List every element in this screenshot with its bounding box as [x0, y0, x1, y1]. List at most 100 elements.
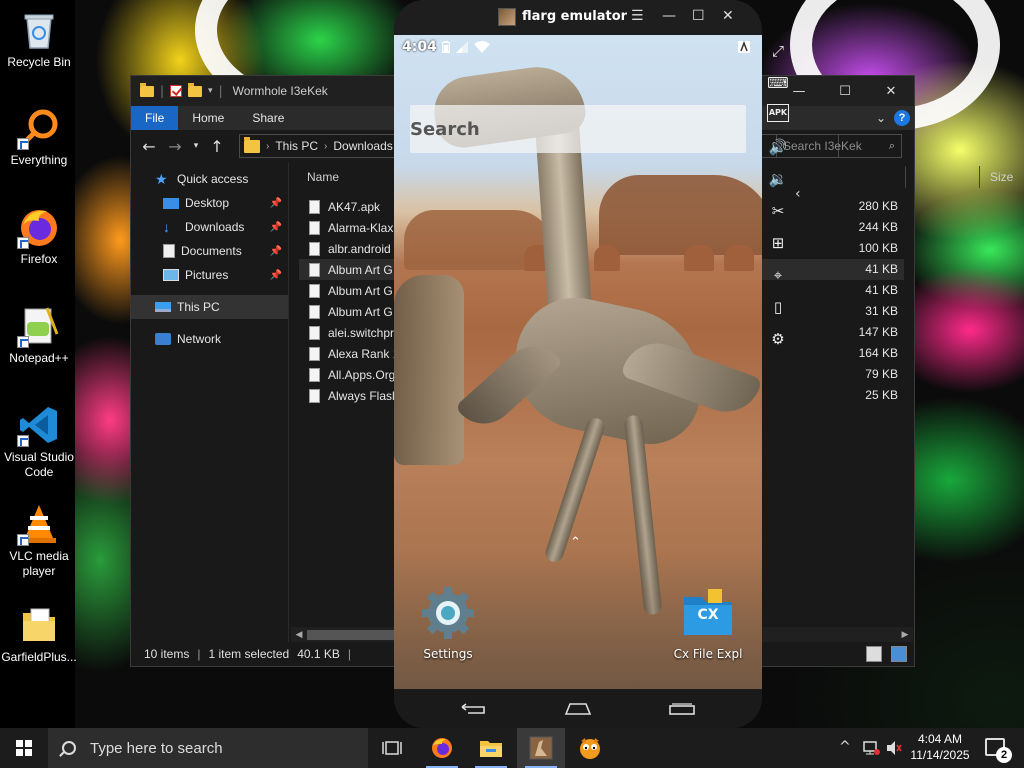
sidebar-item-documents[interactable]: Documents 📌	[131, 239, 288, 263]
sidebar-item-label: Quick access	[177, 172, 249, 186]
taskbar-flarg-emulator[interactable]	[517, 728, 565, 768]
column-divider[interactable]	[905, 166, 906, 188]
scroll-right-icon[interactable]: ▶	[897, 627, 913, 643]
taskbar-search-box[interactable]: Type here to search	[48, 728, 368, 768]
close-button[interactable]: ✕	[868, 76, 914, 106]
search-bar[interactable]: Search	[410, 105, 746, 153]
breadcrumb-separator-icon: ›	[324, 140, 328, 152]
sidebar-item-network[interactable]: Network	[131, 327, 288, 351]
desktop-icon-vlc[interactable]: VLC media player	[0, 502, 78, 579]
chevron-down-icon[interactable]: ⌄	[876, 111, 886, 125]
collapse-toolbar-icon[interactable]: ‹	[795, 186, 801, 202]
add-window-icon[interactable]: ⊞	[767, 232, 789, 254]
downloads-icon: ↓	[163, 219, 170, 235]
file-icon	[309, 199, 320, 214]
desktop-icon-firefox[interactable]: Firefox	[0, 205, 78, 267]
volume-up-icon[interactable]: 🔊	[767, 136, 789, 158]
taskbar-firefox[interactable]	[418, 728, 466, 768]
location-icon[interactable]: ⌖	[767, 264, 789, 286]
apk-install-icon[interactable]: APK	[767, 104, 789, 122]
task-view-button[interactable]	[368, 728, 416, 768]
back-button[interactable]: ←	[139, 137, 159, 156]
volume-muted-icon[interactable]	[885, 740, 903, 756]
taskbar: Type here to search ^ 4:04 AM 11/14/2025…	[0, 728, 1024, 768]
shortcut-arrow-icon	[17, 534, 29, 546]
up-button[interactable]: ↑	[207, 137, 227, 156]
customize-toolbar-icon[interactable]: ▾	[208, 86, 213, 96]
network-icon	[155, 333, 171, 345]
search-input[interactable]: Search I3eKek ⌕	[776, 134, 902, 158]
sidebar-item-downloads[interactable]: ↓ Downloads 📌	[131, 215, 288, 239]
shake-icon[interactable]: ▯	[767, 296, 789, 318]
maximize-button[interactable]: ☐	[822, 76, 868, 106]
taskbar-clock[interactable]: 4:04 AM 11/14/2025	[910, 731, 970, 763]
app-settings[interactable]: Settings	[398, 585, 498, 661]
details-view-icon[interactable]	[866, 646, 882, 662]
tab-home[interactable]: Home	[178, 106, 238, 130]
minimize-button[interactable]: —	[662, 8, 676, 24]
app-cx-file-explorer[interactable]: CX Cx File Expl	[658, 585, 758, 661]
breadcrumb-this-pc[interactable]: This PC	[275, 139, 318, 153]
file-size: 280 KB	[858, 199, 898, 213]
start-button[interactable]	[0, 728, 48, 768]
sidebar-item-pictures[interactable]: Pictures 📌	[131, 263, 288, 287]
taskbar-file-explorer[interactable]	[467, 728, 515, 768]
desktop-icon-recycle-bin[interactable]: Recycle Bin	[0, 8, 78, 70]
column-divider[interactable]	[979, 166, 980, 188]
settings-icon[interactable]: ⚙	[767, 328, 789, 350]
file-name: Album Art G	[328, 304, 393, 319]
desktop-icon-vscode[interactable]: Visual Studio Code	[0, 403, 78, 480]
desktop-icon-label: VLC media player	[9, 549, 69, 578]
tab-file[interactable]: File	[131, 106, 179, 130]
desktop-icon-notepadpp[interactable]: Notepad++	[0, 304, 78, 366]
notification-center-button[interactable]: 2	[985, 738, 1012, 763]
documents-icon	[163, 244, 175, 258]
maximize-button[interactable]: ☐	[692, 8, 705, 24]
fullscreen-icon[interactable]: ⤢	[767, 40, 789, 62]
help-icon[interactable]: ?	[894, 110, 910, 126]
large-icons-view-icon[interactable]	[891, 646, 907, 662]
menu-button[interactable]: ☰	[631, 8, 644, 24]
properties-icon[interactable]	[170, 85, 183, 97]
breadcrumb-downloads[interactable]: Downloads	[333, 139, 392, 153]
recycle-bin-icon	[17, 8, 61, 52]
volume-down-icon[interactable]: 🔉	[767, 168, 789, 190]
new-folder-icon[interactable]	[188, 82, 203, 97]
keyboard-icon[interactable]: ⌨	[767, 72, 789, 94]
star-icon: ★	[155, 171, 168, 187]
desktop-icon-garfield-folder[interactable]: GarfieldPlus...	[0, 603, 78, 665]
show-hidden-icons-icon[interactable]: ^	[839, 739, 851, 755]
file-icon	[309, 346, 320, 361]
wallpaper-rock	[594, 245, 620, 271]
desktop-icon-everything[interactable]: Everything	[0, 106, 78, 168]
back-nav-icon[interactable]	[460, 703, 488, 715]
scissors-icon[interactable]: ✂	[767, 200, 789, 222]
recent-locations-button[interactable]: ▾	[191, 141, 201, 151]
scroll-left-icon[interactable]: ◀	[291, 627, 307, 643]
close-button[interactable]: ✕	[722, 8, 734, 24]
android-home-screen[interactable]: 4:04 Search ⌃ Settings CX Cx File Expl	[394, 35, 762, 689]
column-header-size[interactable]: Size	[990, 170, 1013, 184]
network-disconnected-icon[interactable]	[862, 740, 880, 756]
app-drawer-chevron-icon[interactable]: ⌃	[570, 535, 581, 550]
tab-share[interactable]: Share	[238, 106, 298, 130]
file-name: Always Flash	[328, 388, 399, 403]
breadcrumb-separator-icon: ›	[266, 140, 270, 152]
file-name: albr.android	[328, 241, 391, 256]
forward-button[interactable]: →	[165, 137, 185, 156]
sidebar-item-quick-access[interactable]: ★ Quick access	[131, 167, 288, 191]
scrollbar-thumb[interactable]	[307, 630, 399, 640]
flarg-emulator-icon	[529, 736, 553, 760]
file-icon	[309, 262, 320, 277]
shortcut-arrow-icon	[17, 435, 29, 447]
emulator-titlebar[interactable]: flarg emulator ☰ — ☐ ✕	[394, 0, 762, 35]
recents-nav-icon[interactable]	[668, 703, 696, 715]
clock-date: 11/14/2025	[910, 748, 970, 762]
taskbar-garfield[interactable]	[566, 728, 614, 768]
home-nav-icon[interactable]	[564, 703, 592, 715]
column-header-name[interactable]: Name	[307, 170, 339, 184]
sidebar-item-this-pc[interactable]: This PC	[131, 295, 288, 319]
shortcut-arrow-icon	[17, 138, 29, 150]
item-count: 10 items	[144, 647, 190, 661]
sidebar-item-desktop[interactable]: Desktop 📌	[131, 191, 288, 215]
